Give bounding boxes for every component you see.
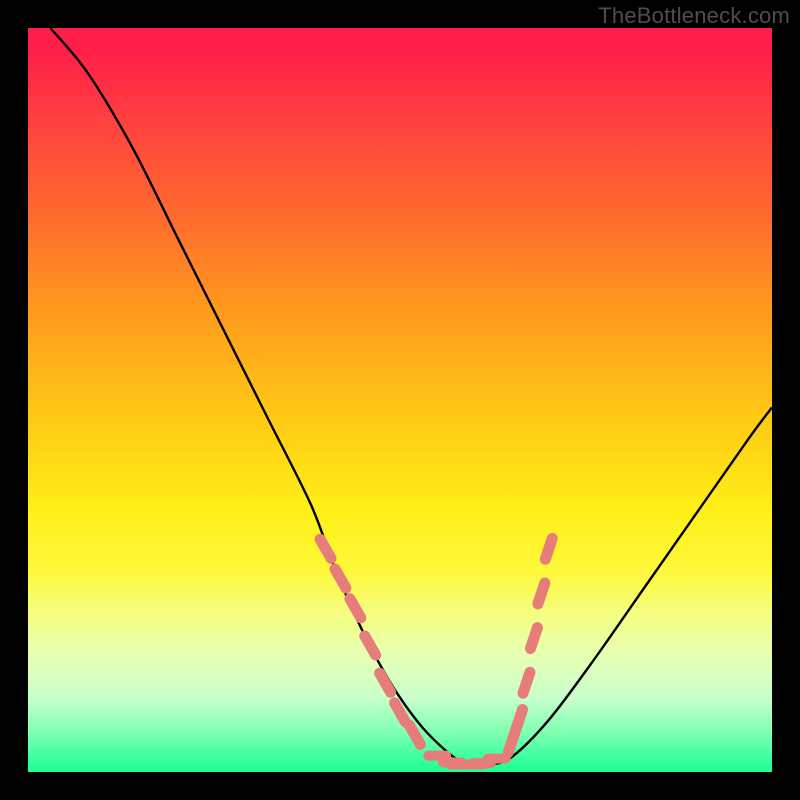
data-marker [409, 725, 420, 744]
data-marker [365, 636, 376, 655]
bottleneck-curve [28, 28, 772, 772]
data-marker [380, 673, 391, 692]
data-marker [523, 672, 530, 693]
watermark-text: TheBottleneck.com [598, 3, 790, 29]
data-marker [335, 569, 346, 588]
data-marker [320, 539, 331, 558]
data-marker [350, 599, 361, 618]
curve-path-group [50, 28, 772, 765]
data-marker [516, 709, 523, 730]
curve-path [50, 28, 772, 765]
data-marker [545, 538, 552, 559]
plot-area [28, 28, 772, 772]
chart-frame: TheBottleneck.com [0, 0, 800, 800]
data-marker [530, 628, 537, 649]
data-marker [538, 583, 545, 604]
data-marker [395, 703, 406, 722]
marker-group [320, 538, 552, 764]
